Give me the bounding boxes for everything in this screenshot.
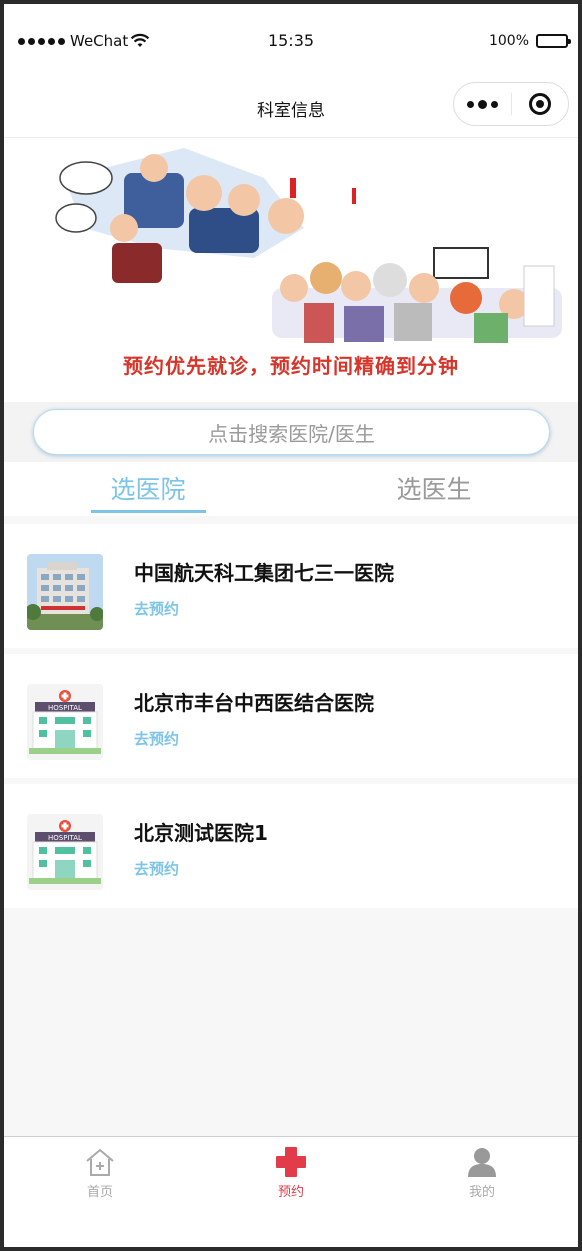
selection-tabs: 选医院 选医生 <box>4 462 578 516</box>
miniprogram-capsule <box>453 82 569 126</box>
tab-home[interactable]: 首页 <box>60 1145 140 1200</box>
hospital-name: 北京市丰台中西医结合医院 <box>134 691 374 715</box>
close-miniprogram-button[interactable] <box>512 82 568 126</box>
hospital-list: 中国航天科工集团七三一医院 去预约 HOSPITAL 北京市丰台中西医结合医院 … <box>4 524 578 914</box>
promo-banner[interactable]: 预约优先就诊，预约时间精确到分钟 <box>4 138 578 402</box>
tab-appointment-label: 预约 <box>277 1185 304 1200</box>
red-cross-icon <box>276 1147 306 1177</box>
search-placeholder: 点击搜索医院/医生 <box>208 421 375 446</box>
battery-status: 100% <box>488 33 571 49</box>
list-item[interactable]: HOSPITAL 北京测试医院1 去预约 <box>4 784 578 908</box>
active-tab-indicator <box>91 510 206 513</box>
search-area: 点击搜索医院/医生 <box>4 402 578 462</box>
search-input[interactable]: 点击搜索医院/医生 <box>33 409 550 455</box>
status-bar: WeChat 15:35 100% <box>4 4 578 76</box>
navigation-bar: 科室信息 <box>4 76 578 138</box>
book-link[interactable]: 去预约 <box>134 858 179 879</box>
hospital-name: 北京测试医院1 <box>134 821 268 845</box>
banner-caption: 预约优先就诊，预约时间精确到分钟 <box>123 354 459 378</box>
bottom-tab-bar: 首页 预约 我的 <box>4 1136 578 1247</box>
hospital-name: 中国航天科工集团七三一医院 <box>134 561 394 585</box>
home-icon <box>86 1148 114 1176</box>
book-link[interactable]: 去预约 <box>134 598 179 619</box>
phone-screen: WeChat 15:35 100% 科室信息 预约优先就诊，预约时间精确到分钟 … <box>4 4 578 1247</box>
hospital-illustration: HOSPITAL <box>27 684 103 760</box>
list-item[interactable]: 中国航天科工集团七三一医院 去预约 <box>4 524 578 648</box>
banner-illustration <box>55 148 562 343</box>
hospital-building-photo <box>27 554 103 630</box>
tab-doctor[interactable]: 选医生 <box>334 470 534 506</box>
target-icon <box>528 93 551 115</box>
hospital-sign: HOSPITAL <box>48 834 82 842</box>
user-icon <box>468 1148 496 1177</box>
tab-hospital[interactable]: 选医院 <box>48 470 248 506</box>
battery-percent: 100% <box>488 33 529 49</box>
tab-mine[interactable]: 我的 <box>442 1145 522 1200</box>
book-link[interactable]: 去预约 <box>134 728 179 749</box>
tab-home-label: 首页 <box>86 1185 113 1200</box>
hospital-sign: HOSPITAL <box>48 704 82 712</box>
battery-icon <box>536 34 571 48</box>
tab-appointment[interactable]: 预约 <box>251 1145 331 1200</box>
tab-mine-label: 我的 <box>468 1185 495 1200</box>
more-dots-icon <box>467 100 474 108</box>
more-options-button[interactable] <box>454 82 511 126</box>
list-item[interactable]: HOSPITAL 北京市丰台中西医结合医院 去预约 <box>4 654 578 778</box>
hospital-illustration: HOSPITAL <box>27 814 103 890</box>
